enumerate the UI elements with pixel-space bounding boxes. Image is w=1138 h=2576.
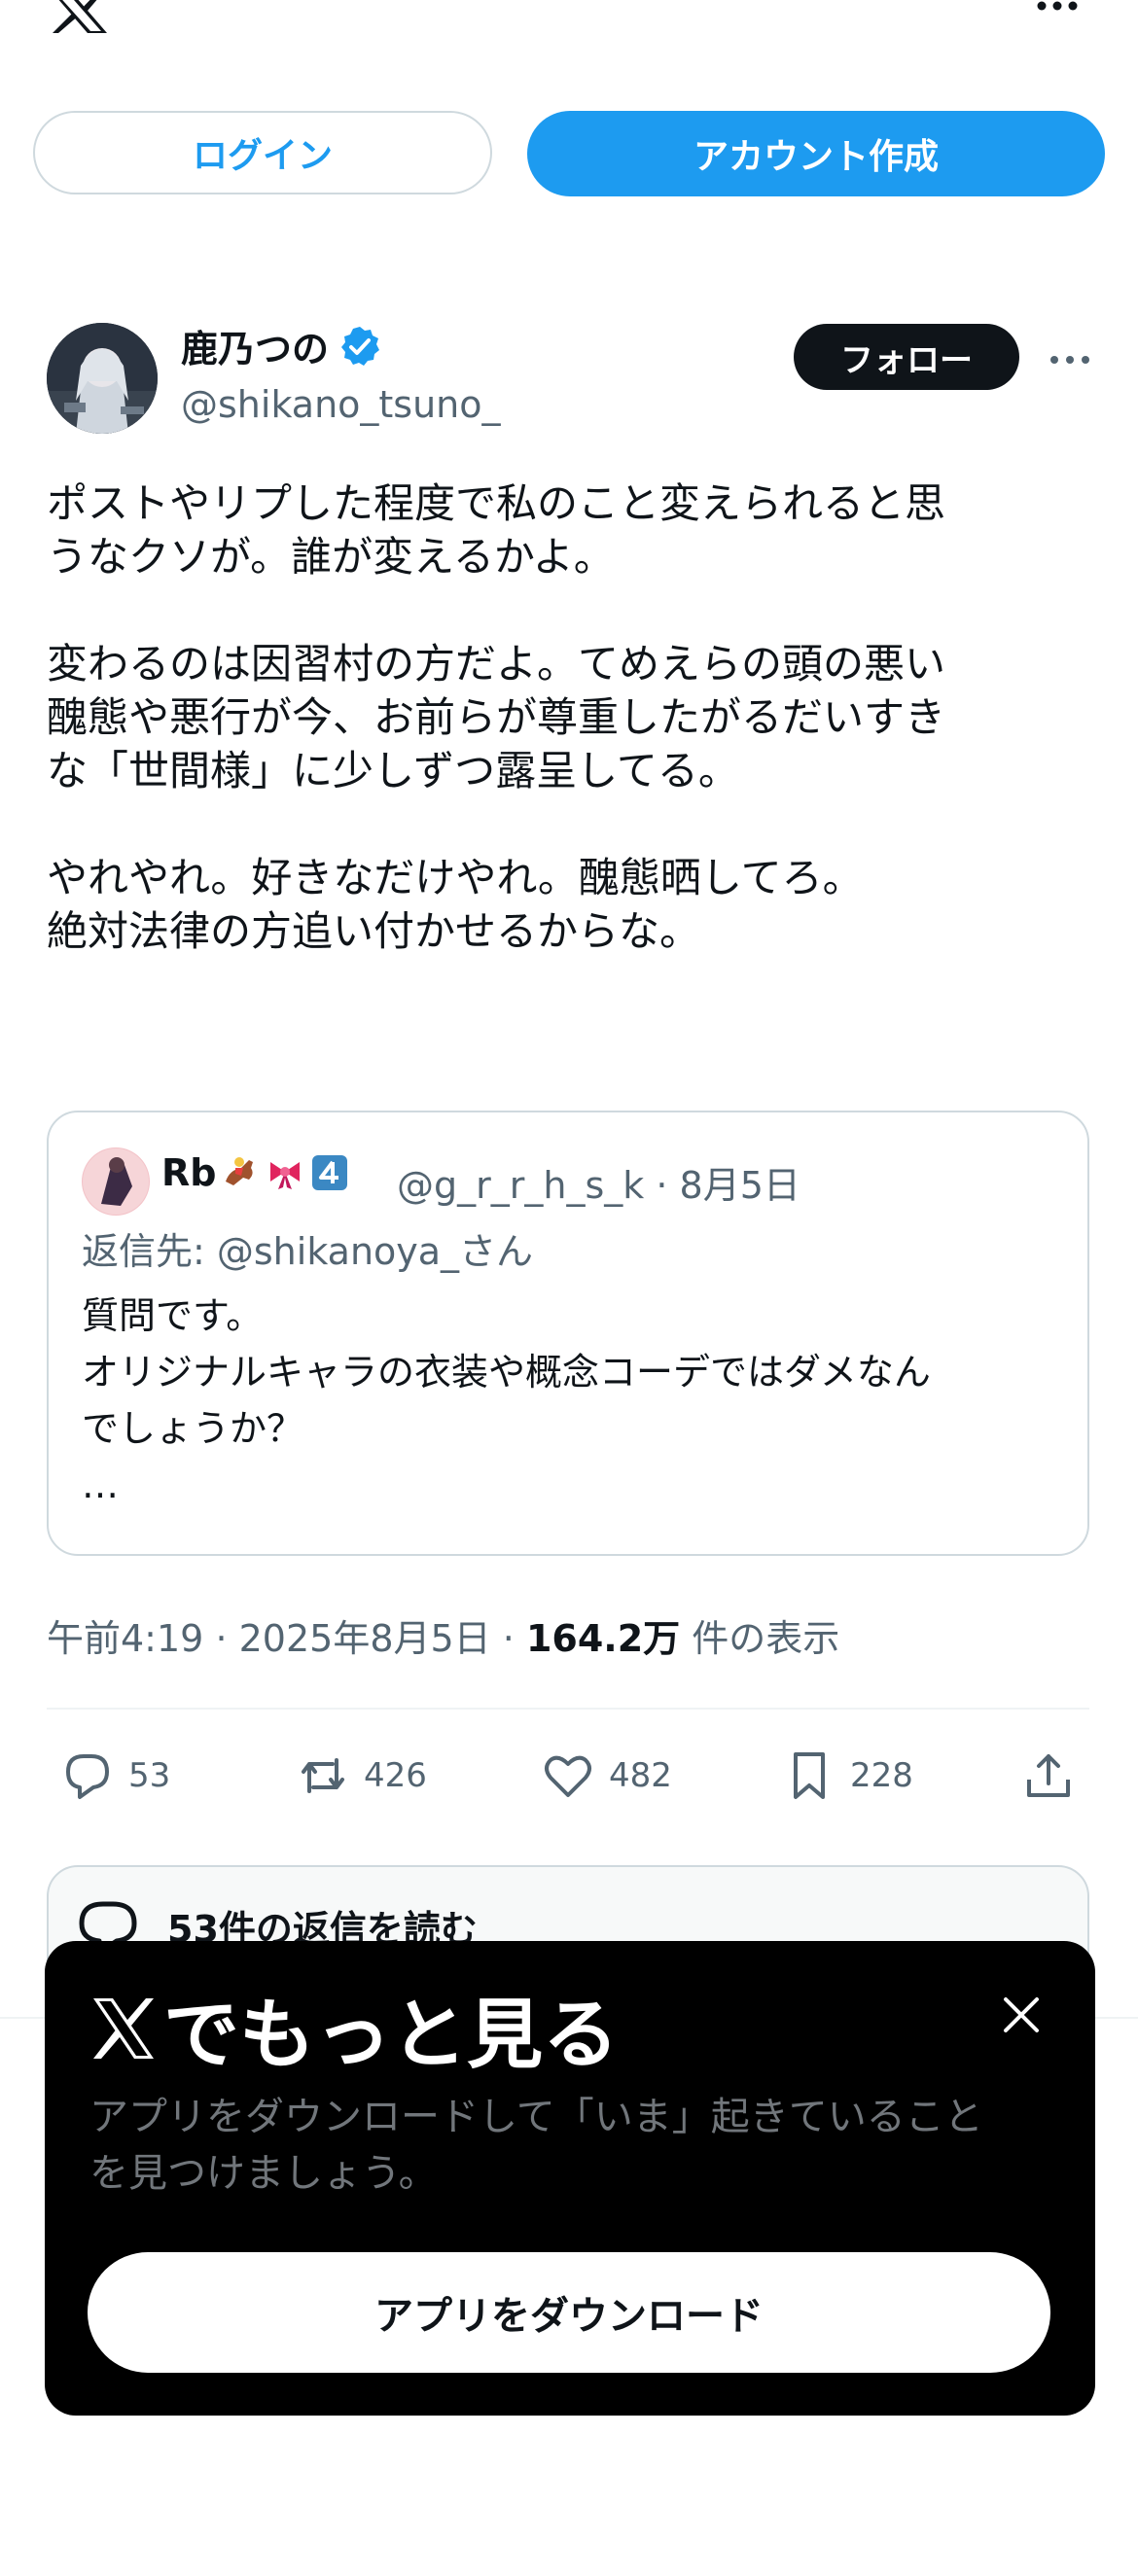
reply-count: 53: [128, 1756, 171, 1795]
quoted-post-card[interactable]: Rb @g_r_r_h_s_k · 8月5日 返信先: @shikanoya_さ…: [47, 1111, 1089, 1556]
post-date[interactable]: 2025年8月5日: [239, 1617, 491, 1660]
repost-button[interactable]: 426: [296, 1747, 427, 1805]
post-paragraph: やれやれ。好きなだけやれ。醜態晒してろ。 絶対法律の方追い付かせるからな。: [47, 854, 864, 955]
share-button[interactable]: [1021, 1747, 1076, 1805]
reply-icon: [66, 1754, 109, 1799]
close-icon[interactable]: [1000, 1994, 1043, 2036]
sheet-title: でもっと見る: [89, 1974, 619, 2083]
reply-button[interactable]: 53: [60, 1747, 170, 1805]
post-meta: 午前4:19 · 2025年8月5日 · 164.2万 件の表示: [47, 1617, 840, 1660]
share-icon: [1027, 1754, 1070, 1797]
author-handle[interactable]: @shikano_tsuno_: [181, 383, 501, 426]
divider: [47, 1708, 1089, 1710]
bookmark-icon: [794, 1752, 825, 1799]
x-logo-icon: [93, 1998, 154, 2059]
repost-icon: [302, 1758, 344, 1793]
post-paragraph: 変わるのは因習村の方だよ。てめえらの頭の悪い 醜態や悪行が今、お前らが尊重したが…: [47, 640, 946, 794]
horse-racing-emoji-icon: [226, 1157, 254, 1185]
create-account-button[interactable]: アカウント作成: [527, 111, 1105, 196]
quoted-author-name: Rb: [161, 1151, 350, 1194]
keycap-four-emoji-icon: [312, 1155, 348, 1190]
quoted-post-text: 質問です。 オリジナルキャラの衣装や概念コーデではダメなん でしょうか？ …: [82, 1294, 931, 1506]
ribbon-emoji-icon: [270, 1162, 301, 1189]
x-logo-icon[interactable]: [47, 0, 111, 33]
post-paragraph: ポストやリプした程度で私のこと変えられると思 うなクソが。誰が変えるかよ。: [47, 479, 946, 581]
like-button[interactable]: 482: [541, 1747, 672, 1805]
more-options-icon[interactable]: [1034, 0, 1081, 18]
login-button[interactable]: ログイン: [33, 111, 492, 194]
repost-count: 426: [364, 1756, 427, 1795]
post-text: ポストやリプした程度で私のこと変えられると思 うなクソが。誰が変えるかよ。 変わ…: [47, 476, 1097, 958]
bookmark-button[interactable]: 228: [782, 1747, 913, 1805]
author-name-text: 鹿乃つの: [181, 328, 330, 371]
views-label: 件の表示: [692, 1617, 840, 1660]
post-more-options-icon[interactable]: [1047, 348, 1093, 371]
post-time[interactable]: 午前4:19: [47, 1617, 203, 1660]
avatar[interactable]: [47, 323, 158, 434]
quoted-author-meta: @g_r_r_h_s_k · 8月5日: [397, 1164, 800, 1207]
like-count: 482: [609, 1756, 672, 1795]
views-count: 164.2万: [525, 1617, 681, 1660]
app-download-sheet: でもっと見る アプリをダウンロードして「いま」起きていること を見つけましょう。…: [45, 1941, 1095, 2416]
quoted-reply-to: 返信先: @shikanoya_さん: [82, 1230, 534, 1273]
quoted-author-avatar: [82, 1147, 150, 1216]
verified-badge-icon: [341, 326, 380, 366]
sheet-description: アプリをダウンロードして「いま」起きていること を見つけましょう。: [89, 2095, 983, 2196]
download-app-button[interactable]: アプリをダウンロード: [88, 2252, 1050, 2373]
bookmark-count: 228: [850, 1756, 913, 1795]
follow-button[interactable]: フォロー: [794, 324, 1019, 390]
author-name[interactable]: 鹿乃つの: [181, 319, 381, 372]
heart-icon: [545, 1755, 591, 1797]
